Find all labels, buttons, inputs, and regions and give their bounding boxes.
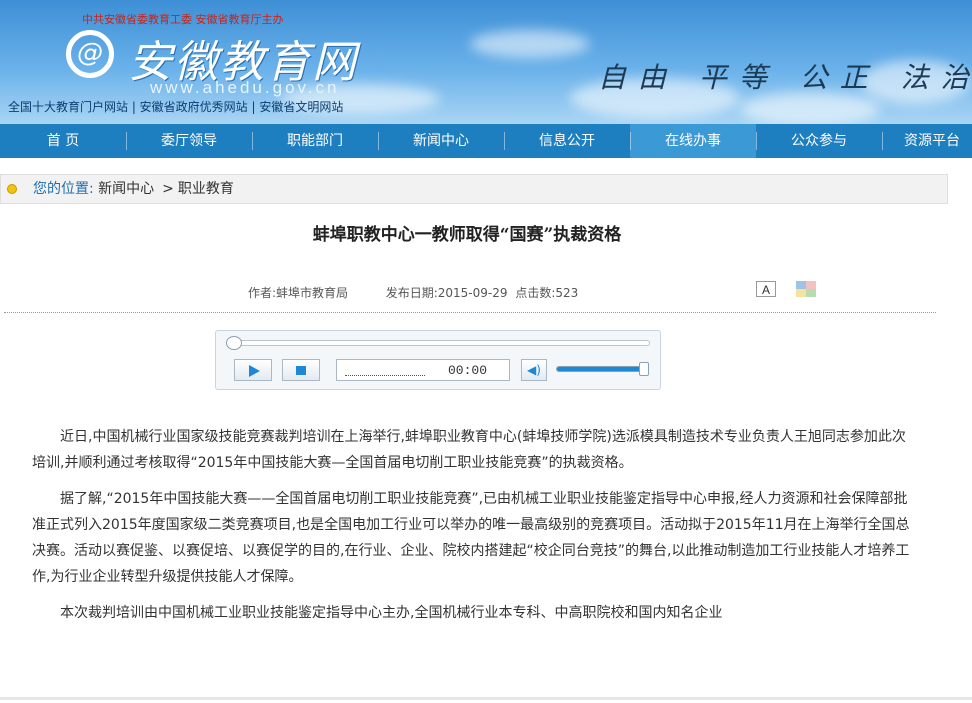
time-display: 00:00 [336,359,510,381]
clicks-label: 点击数: [515,286,556,300]
nav-item-news[interactable]: 新闻中心 [378,124,504,158]
location-dot-icon [7,184,17,194]
article-body: 近日,中国机械行业国家级技能竞赛裁判培训在上海举行,蚌埠职业教育中心(蚌埠技师学… [32,424,916,636]
main-nav: 首 页 委厅领导 职能部门 新闻中心 信息公开 在线办事 公众参与 资源平台 [0,124,972,158]
breadcrumb-label: 您的位置: [33,181,94,197]
site-tagline: 全国十大教育门户网站 | 安徽省政府优秀网站 | 安徽省文明网站 [8,100,344,114]
audio-player: 00:00 ◀) [215,330,661,390]
date-label: 发布日期: [385,286,438,300]
volume-button[interactable]: ◀) [521,359,547,381]
nav-item-leadership[interactable]: 委厅领导 [126,124,252,158]
page-bottom-border [0,697,972,700]
article-title: 蚌埠职教中心一教师取得“国赛”执裁资格 [312,225,622,245]
logo-at-icon: @ [66,30,114,78]
breadcrumb: 您的位置: 新闻中心 > 职业教育 [0,174,948,204]
speaker-icon: ◀) [527,363,541,377]
cloud-decoration [740,92,880,124]
breadcrumb-separator: > [162,181,174,197]
play-icon [249,365,260,377]
breadcrumb-current[interactable]: 职业教育 [178,181,234,197]
play-button[interactable] [234,359,272,381]
meta-divider [4,312,936,313]
time-value: 00:00 [447,363,487,378]
progress-track[interactable] [232,340,650,346]
author-label: 作者: [248,286,277,300]
nav-item-public-participation[interactable]: 公众参与 [756,124,882,158]
site-motto: 自由 平等 公正 法治 [598,61,972,94]
color-scheme-icon[interactable] [796,281,816,297]
volume-fill [557,367,645,371]
cloud-decoration [470,30,590,58]
article-paragraph: 本次裁判培训由中国机械工业职业技能鉴定指导中心主办,全国机械行业本专科、中高职院… [60,605,723,621]
nav-item-online-services[interactable]: 在线办事 [630,124,756,158]
nav-item-home[interactable]: 首 页 [0,124,126,158]
stop-button[interactable] [282,359,320,381]
stop-icon [296,366,306,375]
volume-handle[interactable] [639,362,649,376]
date-value: 2015-09-29 [437,286,508,300]
progress-handle[interactable] [226,336,242,350]
nav-item-departments[interactable]: 职能部门 [252,124,378,158]
nav-item-info-disclosure[interactable]: 信息公开 [504,124,630,158]
article-paragraph: 据了解,“2015年中国技能大赛——全国首届电切削工职业技能竞赛”,已由机械工业… [32,491,910,585]
clicks-value: 523 [555,286,579,300]
site-logo-url: www.ahedu.gov.cn [150,78,340,97]
breadcrumb-news-link[interactable]: 新闻中心 [98,181,154,197]
time-dots [345,375,425,376]
sponsor-text: 中共安徽省委教育工委 安徽省教育厅主办 [82,13,284,26]
article-paragraph: 近日,中国机械行业国家级技能竞赛裁判培训在上海举行,蚌埠职业教育中心(蚌埠技师学… [32,429,906,471]
site-header: 中共安徽省委教育工委 安徽省教育厅主办 @ 安徽教育网 www.ahedu.go… [0,0,972,124]
volume-track[interactable] [556,366,646,372]
author-value: 蚌埠市教育局 [276,286,349,300]
nav-item-resources[interactable]: 资源平台 [882,124,972,158]
font-size-button[interactable]: A [756,281,776,297]
article-meta: 作者:蚌埠市教育局 发布日期:2015-09-29 点击数:523 [248,284,578,301]
